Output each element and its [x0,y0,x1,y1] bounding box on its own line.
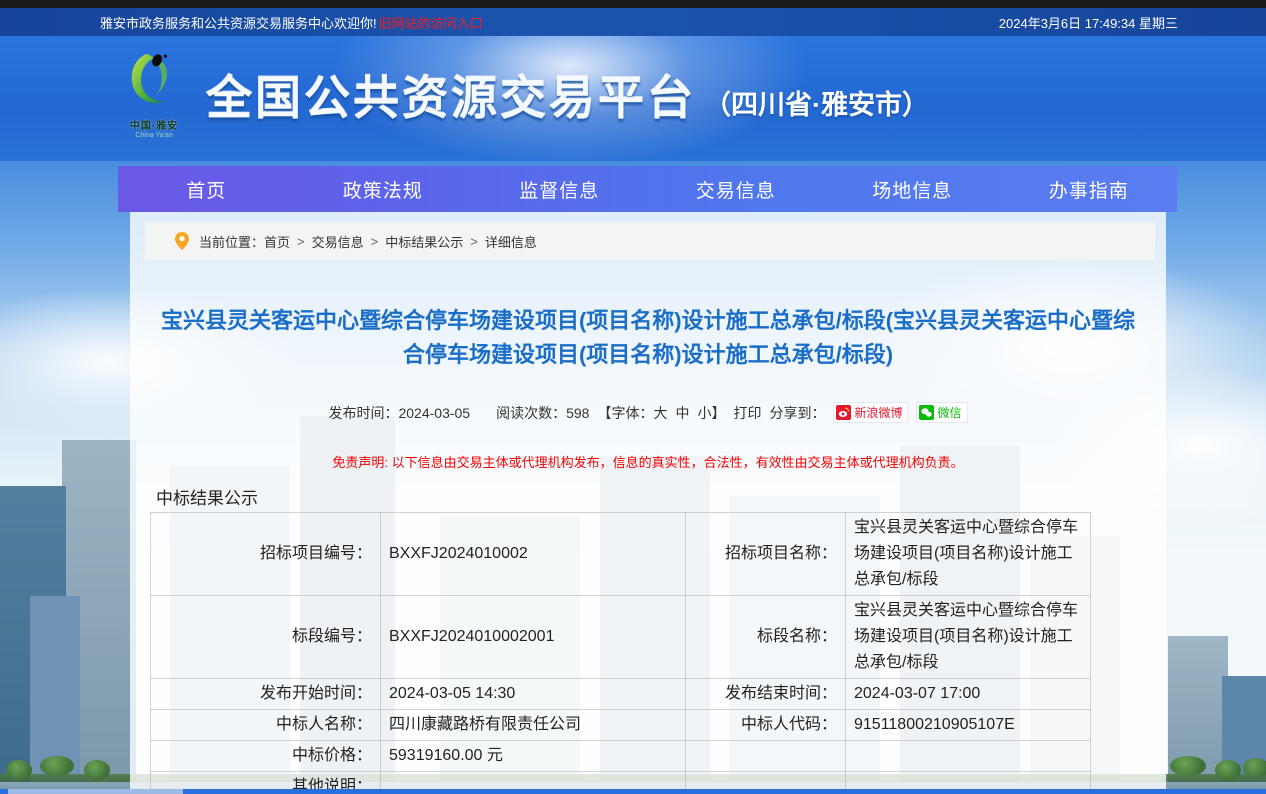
tender-project-no-label: 招标项目编号： [151,513,381,596]
section-name-label: 标段名称： [686,596,846,679]
publish-end-value: 2024-03-07 17:00 [846,679,1091,710]
site-title: 全国公共资源交易平台 [206,62,696,128]
datetime-text: 2024年3月6日 17:49:34 星期三 [999,13,1178,32]
empty-cell [686,741,846,772]
winner-code-label: 中标人代码： [686,710,846,741]
font-size-medium-button[interactable]: 中 [675,403,689,423]
tender-project-no-value: BXXFJ2024010002 [381,513,686,596]
logo-text: 中国·雅安 [112,117,196,132]
site-subtitle: （四川省·雅安市） [704,83,929,122]
font-size-small-button[interactable]: 小 [697,403,711,423]
site-logo[interactable]: 中国·雅安 China Ya'an [112,50,196,139]
tree-shape [1170,756,1206,776]
section-no-value: BXXFJ2024010002001 [381,596,686,679]
topbar-welcome-group: 雅安市政务服务和公共资源交易服务中心欢迎你!旧网站的访问入口 [100,13,483,32]
horizontal-scrollbar[interactable] [0,789,1266,794]
breadcrumb-home[interactable]: 首页 [264,232,290,251]
publish-start-label: 发布开始时间： [151,679,381,710]
welcome-text: 雅安市政务服务和公共资源交易服务中心欢迎你! [100,16,377,31]
nav-item-guide[interactable]: 办事指南 [1001,176,1178,203]
nav-item-venue[interactable]: 场地信息 [824,176,1001,203]
share-weibo-label: 新浪微博 [854,404,902,421]
winner-name-label: 中标人名称： [151,710,381,741]
font-size-prefix: 【字体： [597,403,653,423]
publish-time-label: 发布时间： [328,403,398,423]
table-row: 发布开始时间： 2024-03-05 14:30 发布结束时间： 2024-03… [151,679,1091,710]
site-header: 中国·雅安 China Ya'an 全国公共资源交易平台 （四川省·雅安市） [0,36,1266,161]
breadcrumb-separator: > [470,234,478,249]
table-row: 招标项目编号： BXXFJ2024010002 招标项目名称： 宝兴县灵关客运中… [151,513,1091,596]
empty-cell [846,741,1091,772]
section-no-label: 标段编号： [151,596,381,679]
tree-shape [6,760,32,780]
header-brand: 中国·雅安 China Ya'an 全国公共资源交易平台 （四川省·雅安市） [112,50,929,139]
breadcrumb-trade-info[interactable]: 交易信息 [312,232,364,251]
article-meta-row: 发布时间： 2024-03-05 阅读次数： 598 【字体： 大 中 小 】 … [130,402,1166,423]
horizontal-scrollbar-thumb[interactable] [8,789,183,794]
print-button[interactable]: 打印 [733,403,761,423]
bid-result-table: 招标项目编号： BXXFJ2024010002 招标项目名称： 宝兴县灵关客运中… [150,512,1091,794]
views-value: 598 [566,405,589,421]
location-pin-icon [175,232,189,250]
breadcrumb-separator: > [371,234,379,249]
tender-project-name-label: 招标项目名称： [686,513,846,596]
font-size-large-button[interactable]: 大 [653,403,667,423]
share-weibo-button[interactable]: 新浪微博 [833,402,908,423]
share-label: 分享到： [769,403,825,423]
yaan-swan-logo-icon [123,50,185,112]
content-panel: 当前位置： 首页 > 交易信息 > 中标结果公示 > 详细信息 宝兴县灵关客运中… [130,212,1166,789]
tree-shape [1215,760,1241,780]
topbar: 雅安市政务服务和公共资源交易服务中心欢迎你!旧网站的访问入口 2024年3月6日… [0,8,1266,36]
winner-code-value: 91511800210905107E [846,710,1091,741]
tree-shape [84,760,110,780]
table-row: 标段编号： BXXFJ2024010002001 标段名称： 宝兴县灵关客运中心… [151,596,1091,679]
table-row: 中标价格： 59319160.00 元 [151,741,1091,772]
tender-project-name-value: 宝兴县灵关客运中心暨综合停车场建设项目(项目名称)设计施工总承包/标段 [846,513,1091,596]
share-wechat-label: 微信 [937,404,961,421]
old-site-link[interactable]: 旧网站的访问入口 [379,16,483,31]
font-size-suffix: 】 [711,403,725,423]
views-label: 阅读次数： [496,403,566,423]
tree-shape [40,756,74,776]
nav-item-home[interactable]: 首页 [118,176,295,203]
nav-item-policy[interactable]: 政策法规 [295,176,472,203]
nav-item-supervision[interactable]: 监督信息 [471,176,648,203]
breadcrumb-separator: > [297,234,305,249]
breadcrumb: 当前位置： 首页 > 交易信息 > 中标结果公示 > 详细信息 [145,222,1155,260]
publish-start-value: 2024-03-05 14:30 [381,679,686,710]
breadcrumb-detail[interactable]: 详细信息 [485,232,537,251]
breadcrumb-prefix: 当前位置： [199,232,264,251]
nav-item-trade[interactable]: 交易信息 [648,176,825,203]
disclaimer-text: 免责声明: 以下信息由交易主体或代理机构发布，信息的真实性，合法性，有效性由交易… [130,452,1166,471]
main-nav: 首页 政策法规 监督信息 交易信息 场地信息 办事指南 [118,166,1177,212]
table-row: 中标人名称： 四川康藏路桥有限责任公司 中标人代码： 9151180021090… [151,710,1091,741]
tree-shape [1243,758,1266,778]
article-title: 宝兴县灵关客运中心暨综合停车场建设项目(项目名称)设计施工总承包/标段(宝兴县灵… [150,304,1146,372]
logo-subtext: China Ya'an [112,132,196,139]
publish-time-value: 2024-03-05 [398,405,470,421]
section-title: 中标结果公示 [156,484,258,509]
wechat-icon [919,405,934,420]
section-name-value: 宝兴县灵关客运中心暨综合停车场建设项目(项目名称)设计施工总承包/标段 [846,596,1091,679]
breadcrumb-result-notice[interactable]: 中标结果公示 [385,232,463,251]
site-title-group: 全国公共资源交易平台 （四川省·雅安市） [206,62,929,128]
weibo-icon [836,405,851,420]
winning-price-value: 59319160.00 元 [381,741,686,772]
share-wechat-button[interactable]: 微信 [916,402,967,423]
winner-name-value: 四川康藏路桥有限责任公司 [381,710,686,741]
publish-end-label: 发布结束时间： [686,679,846,710]
window-chrome-strip [0,0,1266,8]
winning-price-label: 中标价格： [151,741,381,772]
